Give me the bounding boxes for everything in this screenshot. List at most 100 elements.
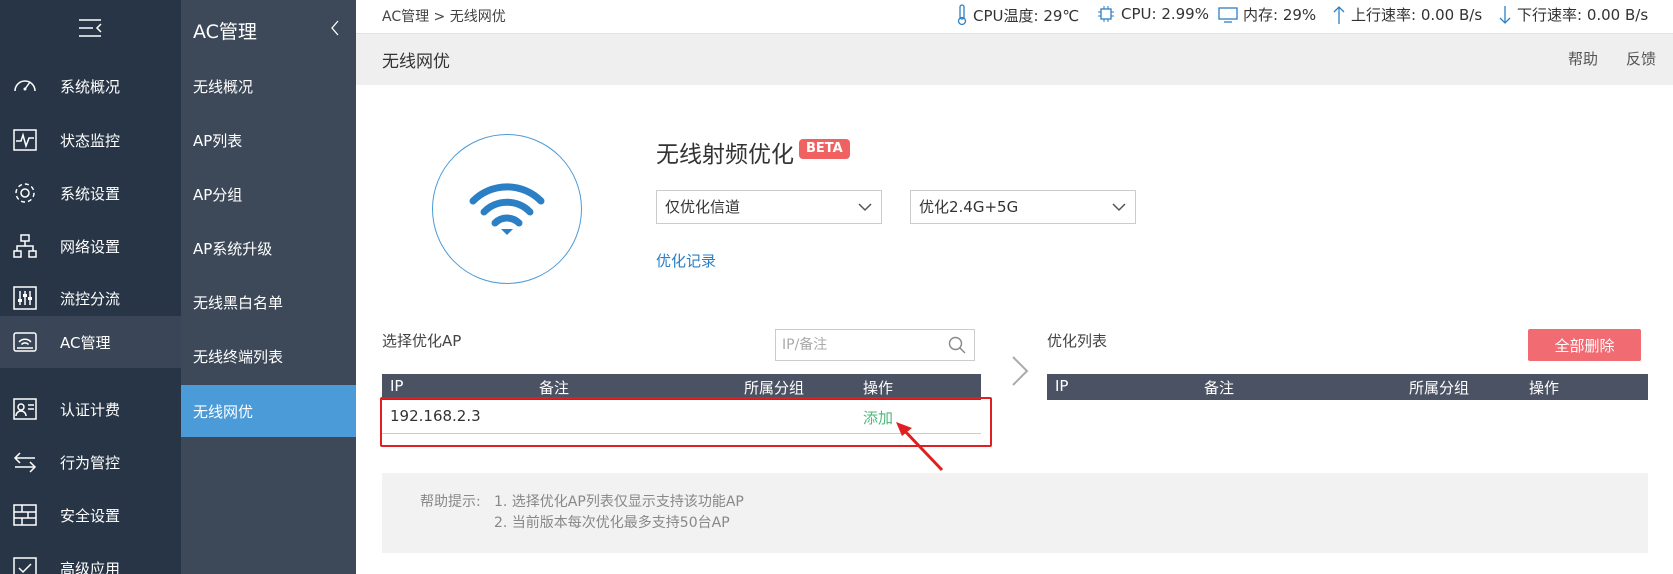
menu-collapse-icon bbox=[78, 19, 102, 37]
column-header-action: 操作 bbox=[1529, 379, 1560, 397]
upload-stat: 上行速率: 0.00 B/s bbox=[1332, 4, 1482, 25]
submenu-item-label: 无线黑白名单 bbox=[193, 293, 284, 312]
ap-search-box[interactable] bbox=[775, 329, 975, 361]
submenu-header: AC管理 bbox=[181, 0, 356, 58]
sidebar-item-label: 行为管控 bbox=[60, 453, 121, 472]
cpu-temp-stat: CPU温度: 29℃ bbox=[956, 4, 1079, 26]
optimize-mode-select[interactable]: 仅优化信道 bbox=[656, 190, 882, 224]
page-header: 无线网优 帮助 反馈 bbox=[356, 33, 1673, 85]
optimize-record-link[interactable]: 优化记录 bbox=[656, 250, 716, 271]
network-icon bbox=[11, 232, 39, 260]
wifi-status-circle bbox=[432, 134, 582, 284]
sliders-icon bbox=[11, 284, 39, 312]
select-ap-label: 选择优化AP bbox=[382, 332, 462, 350]
download-value: 下行速率: 0.00 B/s bbox=[1517, 6, 1649, 24]
sidebar-item-label: 流控分流 bbox=[60, 289, 121, 308]
beta-badge: BETA bbox=[799, 139, 850, 159]
chip-icon bbox=[1098, 6, 1114, 22]
app-window: 系统概况 状态监控 系统设置 网络设置 流控分流 AC管理 认证计费 行为管控 … bbox=[0, 0, 1673, 574]
submenu-item-ap-group[interactable]: AP分组 bbox=[181, 168, 356, 220]
menu-toggle-button[interactable] bbox=[0, 0, 181, 56]
column-header-note: 备注 bbox=[1204, 379, 1235, 397]
optimize-list-table-header: IP 备注 所属分组 操作 bbox=[1047, 374, 1648, 400]
submenu-item-wireless-clients[interactable]: 无线终端列表 bbox=[181, 330, 356, 382]
help-tips-panel: 帮助提示: 1. 选择优化AP列表仅显示支持该功能AP 2. 当前版本每次优化最… bbox=[382, 473, 1648, 553]
help-tips-label: 帮助提示: bbox=[420, 494, 481, 510]
router-icon bbox=[11, 328, 39, 356]
band-value: 优化2.4G+5G bbox=[919, 198, 1019, 216]
chevron-down-icon bbox=[1112, 203, 1126, 212]
delete-all-button[interactable]: 全部删除 bbox=[1528, 329, 1641, 361]
sidebar-item-overview[interactable]: 系统概况 bbox=[0, 60, 181, 112]
monitor-icon bbox=[11, 126, 39, 154]
sidebar-item-label: 状态监控 bbox=[60, 131, 121, 150]
search-icon[interactable] bbox=[948, 336, 966, 354]
help-tip-line: 1. 选择优化AP列表仅显示支持该功能AP bbox=[494, 494, 744, 510]
submenu-title: AC管理 bbox=[193, 21, 257, 43]
sidebar-item-auth-billing[interactable]: 认证计费 bbox=[0, 383, 181, 435]
memory-value: 内存: 29% bbox=[1243, 6, 1317, 24]
sidebar-item-label: 高级应用 bbox=[60, 559, 121, 574]
sidebar-item-label: 安全设置 bbox=[60, 506, 121, 525]
sidebar-item-system-settings[interactable]: 系统设置 bbox=[0, 167, 181, 219]
sidebar-item-label: 网络设置 bbox=[60, 237, 121, 256]
help-link[interactable]: 帮助 bbox=[1568, 48, 1598, 69]
sidebar: 系统概况 状态监控 系统设置 网络设置 流控分流 AC管理 认证计费 行为管控 … bbox=[0, 0, 181, 574]
optimize-mode-value: 仅优化信道 bbox=[665, 198, 741, 216]
help-tip-line: 2. 当前版本每次优化最多支持50台AP bbox=[494, 515, 730, 531]
upload-value: 上行速率: 0.00 B/s bbox=[1351, 6, 1483, 24]
submenu-item-wireless-overview[interactable]: 无线概况 bbox=[181, 60, 356, 112]
submenu-item-wireless-optimize[interactable]: 无线网优 bbox=[181, 385, 356, 437]
annotation-arrow-icon bbox=[896, 422, 944, 472]
swap-icon bbox=[11, 448, 39, 476]
display-icon bbox=[1218, 6, 1238, 23]
optimize-list-label: 优化列表 bbox=[1047, 332, 1108, 350]
thermometer-icon bbox=[957, 4, 967, 26]
id-card-icon bbox=[11, 395, 39, 423]
cpu-stat: CPU: 2.99% bbox=[1096, 4, 1209, 24]
submenu-item-wireless-blacklist[interactable]: 无线黑白名单 bbox=[181, 276, 356, 328]
page-title: 无线网优 bbox=[382, 52, 450, 72]
breadcrumb: AC管理 > 无线网优 bbox=[382, 9, 506, 25]
chevron-down-icon bbox=[858, 203, 872, 212]
column-header-action: 操作 bbox=[863, 379, 894, 397]
submenu-item-ap-upgrade[interactable]: AP系统升级 bbox=[181, 222, 356, 274]
chevron-left-icon[interactable] bbox=[327, 17, 343, 39]
submenu-item-label: AP分组 bbox=[193, 185, 243, 204]
submenu-item-label: 无线概况 bbox=[193, 77, 254, 96]
submenu-item-ap-list[interactable]: AP列表 bbox=[181, 114, 356, 166]
wifi-icon bbox=[469, 183, 545, 235]
memory-stat: 内存: 29% bbox=[1218, 4, 1316, 25]
check-box-icon bbox=[11, 554, 39, 574]
submenu-item-label: AP列表 bbox=[193, 131, 243, 150]
submenu: AC管理 无线概况 AP列表 AP分组 AP系统升级 无线黑白名单 无线终端列表… bbox=[181, 0, 356, 574]
feedback-link[interactable]: 反馈 bbox=[1626, 48, 1656, 69]
submenu-item-label: 无线终端列表 bbox=[193, 347, 284, 366]
sidebar-item-ac-management[interactable]: AC管理 bbox=[0, 316, 181, 368]
sidebar-item-security[interactable]: 安全设置 bbox=[0, 489, 181, 541]
column-header-ip: IP bbox=[1055, 377, 1069, 395]
band-select[interactable]: 优化2.4G+5G bbox=[910, 190, 1136, 224]
sidebar-item-label: 认证计费 bbox=[60, 400, 121, 419]
submenu-item-label: 无线网优 bbox=[193, 402, 254, 421]
arrow-up-icon bbox=[1333, 5, 1345, 24]
sidebar-item-network[interactable]: 网络设置 bbox=[0, 220, 181, 272]
sidebar-item-monitor[interactable]: 状态监控 bbox=[0, 114, 181, 166]
column-header-group: 所属分组 bbox=[1409, 379, 1470, 397]
sidebar-item-behavior-control[interactable]: 行为管控 bbox=[0, 436, 181, 488]
ap-search-input[interactable] bbox=[776, 330, 936, 360]
optimize-title: 无线射频优化 bbox=[656, 142, 794, 168]
dashboard-icon bbox=[11, 72, 39, 100]
firewall-icon bbox=[11, 501, 39, 529]
cpu-temp-value: CPU温度: 29℃ bbox=[973, 6, 1080, 25]
arrow-down-icon bbox=[1499, 5, 1511, 24]
sidebar-item-label: 系统概况 bbox=[60, 77, 121, 96]
gear-icon bbox=[11, 179, 39, 207]
column-header-note: 备注 bbox=[539, 379, 570, 397]
column-header-group: 所属分组 bbox=[744, 379, 805, 397]
delete-all-label: 全部删除 bbox=[1554, 336, 1615, 355]
column-header-ip: IP bbox=[390, 377, 404, 395]
sidebar-item-advanced[interactable]: 高级应用 bbox=[0, 542, 181, 574]
cpu-value: CPU: 2.99% bbox=[1121, 5, 1209, 23]
sidebar-item-label: AC管理 bbox=[60, 333, 111, 352]
